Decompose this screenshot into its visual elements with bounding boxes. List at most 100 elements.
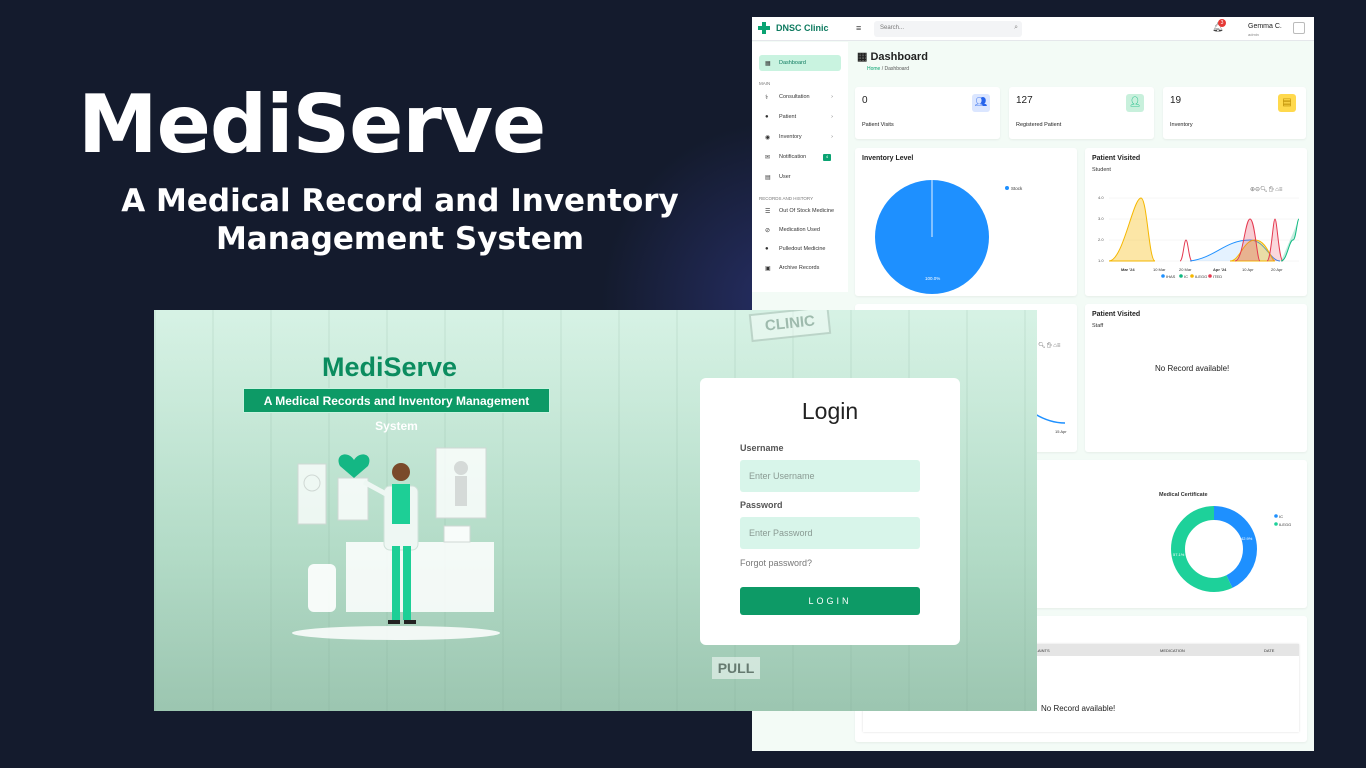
y-tick: 2.0 xyxy=(1098,237,1104,242)
inventory-level-card: Inventory Level 100.0% Stock xyxy=(855,148,1077,296)
chevron-right-icon: › xyxy=(831,134,833,140)
sidebar-item-inventory[interactable]: ◉ Inventory › xyxy=(759,129,841,145)
sidebar-item-medication-used[interactable]: ⊘ Medication Used xyxy=(759,222,841,238)
page-title: ▦ Dashboard xyxy=(857,50,928,63)
search-input[interactable]: Search... ⌕ xyxy=(874,21,1022,37)
breadcrumb-home[interactable]: Home xyxy=(867,66,880,72)
legend-label: ITED xyxy=(1213,274,1222,279)
series-ited-line[interactable] xyxy=(1179,239,1193,262)
login-button[interactable]: LOGIN xyxy=(740,587,920,615)
stat-card-inventory: 19 Inventory ▤ xyxy=(1163,87,1306,139)
grid-icon: ▦ xyxy=(857,51,871,63)
doctor-shirt xyxy=(392,484,410,524)
legend-dot xyxy=(1190,274,1194,278)
login-card: Login Username Password Forgot password?… xyxy=(700,378,960,645)
avatar[interactable] xyxy=(1293,22,1305,34)
page-title-text: Dashboard xyxy=(870,51,928,63)
sidebar-item-label: Dashboard xyxy=(779,60,806,66)
empty-state: No Record available! xyxy=(1155,364,1230,373)
stat-label: Inventory xyxy=(1170,122,1193,128)
archive-box-icon: ▤ xyxy=(1278,94,1296,112)
doctor-shoe xyxy=(388,620,400,624)
stat-value: 0 xyxy=(862,95,868,106)
card-subtitle: Staff xyxy=(1092,323,1104,329)
y-tick: 4.0 xyxy=(1098,195,1104,200)
sidebar-item-label: Medication Used xyxy=(779,227,820,233)
menu-toggle-icon[interactable]: ≡ xyxy=(856,23,861,33)
sidebar-item-user[interactable]: ▤ User xyxy=(759,169,841,185)
legend-dot xyxy=(1005,186,1009,190)
user-name[interactable]: Gemma C. xyxy=(1248,23,1282,30)
donut-label: 57.1% xyxy=(1173,552,1185,557)
doctor-illustration xyxy=(292,447,500,640)
sidebar-item-pulledout[interactable]: ● Pulledout Medicine xyxy=(759,241,841,257)
sidebar-item-archive[interactable]: ▣ Archive Records xyxy=(759,260,841,276)
sidebar-section-records: RECORDS AND HISTORY xyxy=(759,196,814,201)
sidebar-item-out-of-stock[interactable]: ☰ Out Of Stock Medicine xyxy=(759,203,841,219)
x-tick: 10 Apr xyxy=(1242,267,1254,272)
body-poster-head xyxy=(454,461,468,475)
x-tick: Apr '24 xyxy=(1213,267,1227,272)
legend-dot xyxy=(1274,522,1278,526)
patient-visited-student-chart: 4.0 3.0 2.0 1.0 Mar '24 10 Mar 20 Mar Ap… xyxy=(1098,195,1300,279)
heart-icon xyxy=(338,454,370,478)
sidebar-item-label: Out Of Stock Medicine xyxy=(779,208,835,214)
login-app-title: MediServe xyxy=(322,352,458,382)
x-tick: 10 Mar xyxy=(1153,267,1166,272)
box-icon: ◉ xyxy=(765,134,771,141)
stat-card-registered-patient: 127 Registered Patient 👤︎ xyxy=(1009,87,1154,139)
legend-dot xyxy=(1208,274,1212,278)
username-field[interactable] xyxy=(740,460,920,492)
doctor-leg-left xyxy=(392,546,400,620)
legend-dot xyxy=(1161,274,1165,278)
notification-badge: 4 xyxy=(823,153,831,161)
id-card-icon: ▤ xyxy=(765,174,771,181)
legend-label: Stock xyxy=(1011,186,1023,191)
sidebar-item-label: Notification xyxy=(779,154,807,160)
search-icon: ⌕ xyxy=(1014,24,1018,31)
stat-label: Registered Patient xyxy=(1016,122,1062,128)
user-role: admin xyxy=(1248,32,1259,37)
users-icon: 👥︎ xyxy=(972,94,990,112)
reception-desk xyxy=(346,542,494,612)
notification-count-badge: 3 xyxy=(1218,19,1226,27)
user-check-icon: 👤︎ xyxy=(1126,94,1144,112)
series-ilegg-area[interactable] xyxy=(1108,197,1156,262)
sidebar-item-notification[interactable]: ✉ Notification 4 xyxy=(759,149,841,165)
donut-label: 42.9% xyxy=(1241,536,1253,541)
brand-name: DNSC Clinic xyxy=(776,23,829,33)
brand-logo[interactable]: DNSC Clinic xyxy=(758,22,829,34)
stat-card-patient-visits: 0 Patient Visits 👥︎ xyxy=(855,87,1000,139)
search-placeholder: Search... xyxy=(880,25,905,31)
table-header-cell: MEDICATION xyxy=(1160,648,1185,653)
hero-subtitle: A Medical Record and Inventory Managemen… xyxy=(121,183,679,257)
legend-label: IC xyxy=(1184,274,1188,279)
wall-chart xyxy=(297,463,327,525)
table-header-cell: DATE xyxy=(1264,648,1275,653)
stat-value: 19 xyxy=(1170,95,1182,106)
floor-platform xyxy=(292,626,500,640)
empty-state: No Record available! xyxy=(1041,704,1116,713)
legend-label: IHAS xyxy=(1166,274,1176,279)
doctor-head xyxy=(392,463,410,481)
x-tick: 20 Apr xyxy=(1271,267,1283,272)
sidebar-item-patient[interactable]: ● Patient › xyxy=(759,109,841,125)
user-icon: ● xyxy=(765,114,769,120)
patient-visited-student-card: Patient Visited Student ⊕⊖🔍︎✋︎⌂≡ 4.0 3.0… xyxy=(1085,148,1307,296)
pie-percent-label: 100.0% xyxy=(925,276,940,281)
legend-dot xyxy=(1179,274,1183,278)
breadcrumb-current: Dashboard xyxy=(884,66,909,72)
trash-bin xyxy=(308,564,336,612)
sidebar-item-consultation[interactable]: ⚕ Consultation › xyxy=(759,89,841,105)
hero-title: MediServe xyxy=(78,78,546,171)
sidebar-item-dashboard[interactable]: ▦ Dashboard xyxy=(759,55,841,71)
series-line[interactable] xyxy=(1034,413,1066,424)
doctor-shoe xyxy=(404,620,416,624)
forgot-password-link[interactable]: Forgot password? xyxy=(740,558,812,568)
legend-label: ILEGG xyxy=(1279,522,1291,527)
medical-cross-icon xyxy=(758,22,770,34)
legend-label: IC xyxy=(1279,514,1283,519)
password-field[interactable] xyxy=(740,517,920,549)
patient-visited-staff-card: Patient Visited Staff No Record availabl… xyxy=(1085,304,1307,452)
x-tick: Mar '24 xyxy=(1121,267,1135,272)
